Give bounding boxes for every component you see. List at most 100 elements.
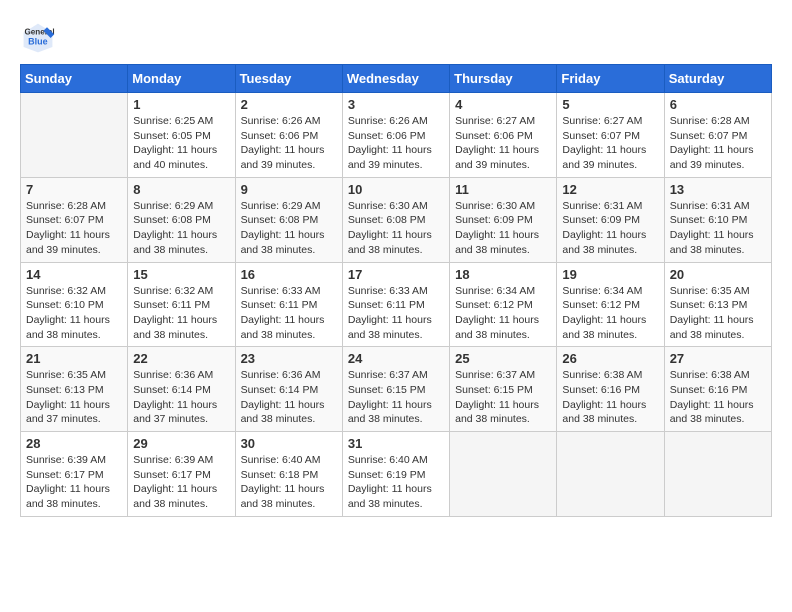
day-number: 13: [670, 182, 766, 197]
daylight: Daylight: 11 hours and 38 minutes.: [133, 313, 229, 342]
weekday-header-sunday: Sunday: [21, 65, 128, 93]
day-info: Sunrise: 6:33 AMSunset: 6:11 PMDaylight:…: [348, 284, 444, 343]
day-number: 25: [455, 351, 551, 366]
sunset: Sunset: 6:08 PM: [133, 213, 229, 228]
calendar-week-4: 21Sunrise: 6:35 AMSunset: 6:13 PMDayligh…: [21, 347, 772, 432]
sunset: Sunset: 6:18 PM: [241, 468, 337, 483]
sunrise: Sunrise: 6:39 AM: [133, 453, 229, 468]
sunset: Sunset: 6:13 PM: [670, 298, 766, 313]
daylight: Daylight: 11 hours and 38 minutes.: [241, 398, 337, 427]
sunrise: Sunrise: 6:30 AM: [455, 199, 551, 214]
sunset: Sunset: 6:08 PM: [348, 213, 444, 228]
sunrise: Sunrise: 6:30 AM: [348, 199, 444, 214]
sunset: Sunset: 6:07 PM: [26, 213, 122, 228]
day-info: Sunrise: 6:37 AMSunset: 6:15 PMDaylight:…: [455, 368, 551, 427]
sunrise: Sunrise: 6:28 AM: [670, 114, 766, 129]
weekday-header-wednesday: Wednesday: [342, 65, 449, 93]
calendar-cell: 2Sunrise: 6:26 AMSunset: 6:06 PMDaylight…: [235, 93, 342, 178]
calendar-cell: 9Sunrise: 6:29 AMSunset: 6:08 PMDaylight…: [235, 177, 342, 262]
calendar-cell: 25 Sunrise: 6:37 AMSunset: 6:15 PMDayligh…: [450, 347, 557, 432]
day-number: 23: [241, 351, 337, 366]
calendar-cell: 1 Sunrise: 6:25 AMSunset: 6:05 PMDaylight…: [128, 93, 235, 178]
sunset: Sunset: 6:12 PM: [562, 298, 658, 313]
daylight: Daylight: 11 hours and 38 minutes.: [133, 482, 229, 511]
calendar-cell: [557, 432, 664, 517]
calendar-cell: [664, 432, 771, 517]
sunrise: Sunrise: 6:27 AM: [455, 114, 551, 129]
sunrise: Sunrise: 6:36 AM: [133, 368, 229, 383]
sunset: Sunset: 6:06 PM: [348, 129, 444, 144]
sunset: Sunset: 6:15 PM: [455, 383, 551, 398]
daylight: Daylight: 11 hours and 38 minutes.: [348, 398, 444, 427]
daylight: Daylight: 11 hours and 38 minutes.: [670, 313, 766, 342]
sunrise: Sunrise: 6:36 AM: [241, 368, 337, 383]
calendar-cell: 16Sunrise: 6:33 AMSunset: 6:11 PMDayligh…: [235, 262, 342, 347]
day-info: Sunrise: 6:33 AMSunset: 6:11 PMDaylight:…: [241, 284, 337, 343]
day-info: Sunrise: 6:36 AMSunset: 6:14 PMDaylight:…: [241, 368, 337, 427]
sunset: Sunset: 6:16 PM: [562, 383, 658, 398]
calendar-cell: 7Sunrise: 6:28 AMSunset: 6:07 PMDaylight…: [21, 177, 128, 262]
sunrise: Sunrise: 6:25 AM: [133, 114, 229, 129]
daylight: Daylight: 11 hours and 38 minutes.: [455, 313, 551, 342]
calendar-week-5: 28Sunrise: 6:39 AMSunset: 6:17 PMDayligh…: [21, 432, 772, 517]
day-number: 27: [670, 351, 766, 366]
day-info: Sunrise: 6:28 AMSunset: 6:07 PMDaylight:…: [26, 199, 122, 258]
calendar-cell: [450, 432, 557, 517]
sunrise: Sunrise: 6:33 AM: [241, 284, 337, 299]
day-number: 10: [348, 182, 444, 197]
sunrise: Sunrise: 6:27 AM: [562, 114, 658, 129]
sunset: Sunset: 6:11 PM: [241, 298, 337, 313]
daylight: Daylight: 11 hours and 38 minutes.: [348, 482, 444, 511]
day-number: 20: [670, 267, 766, 282]
sunset: Sunset: 6:06 PM: [241, 129, 337, 144]
calendar-cell: 23 Sunrise: 6:36 AMSunset: 6:14 PMDayligh…: [235, 347, 342, 432]
calendar-cell: 12Sunrise: 6:31 AMSunset: 6:09 PMDayligh…: [557, 177, 664, 262]
day-info: Sunrise: 6:32 AMSunset: 6:11 PMDaylight:…: [133, 284, 229, 343]
day-number: 28: [26, 436, 122, 451]
day-number: 8: [133, 182, 229, 197]
sunset: Sunset: 6:12 PM: [455, 298, 551, 313]
day-number: 11: [455, 182, 551, 197]
day-info: Sunrise: 6:39 AMSunset: 6:17 PMDaylight:…: [133, 453, 229, 512]
sunrise: Sunrise: 6:31 AM: [670, 199, 766, 214]
day-number: 1: [133, 97, 229, 112]
daylight: Daylight: 11 hours and 38 minutes.: [455, 228, 551, 257]
sunset: Sunset: 6:10 PM: [26, 298, 122, 313]
sunrise: Sunrise: 6:40 AM: [241, 453, 337, 468]
daylight: Daylight: 11 hours and 37 minutes.: [26, 398, 122, 427]
day-info: Sunrise: 6:25 AMSunset: 6:05 PMDaylight:…: [133, 114, 229, 173]
calendar-cell: 21Sunrise: 6:35 AMSunset: 6:13 PMDayligh…: [21, 347, 128, 432]
sunset: Sunset: 6:19 PM: [348, 468, 444, 483]
day-info: Sunrise: 6:26 AMSunset: 6:06 PMDaylight:…: [348, 114, 444, 173]
day-number: 2: [241, 97, 337, 112]
daylight: Daylight: 11 hours and 38 minutes.: [241, 313, 337, 342]
calendar-cell: 22Sunrise: 6:36 AMSunset: 6:14 PMDayligh…: [128, 347, 235, 432]
daylight: Daylight: 11 hours and 39 minutes.: [26, 228, 122, 257]
header-row: SundayMondayTuesdayWednesdayThursdayFrid…: [21, 65, 772, 93]
sunrise: Sunrise: 6:37 AM: [455, 368, 551, 383]
sunset: Sunset: 6:17 PM: [26, 468, 122, 483]
daylight: Daylight: 11 hours and 38 minutes.: [26, 482, 122, 511]
day-number: 18: [455, 267, 551, 282]
calendar-cell: [21, 93, 128, 178]
sunrise: Sunrise: 6:37 AM: [348, 368, 444, 383]
sunrise: Sunrise: 6:34 AM: [562, 284, 658, 299]
day-number: 30: [241, 436, 337, 451]
sunset: Sunset: 6:05 PM: [133, 129, 229, 144]
sunrise: Sunrise: 6:35 AM: [26, 368, 122, 383]
day-info: Sunrise: 6:36 AMSunset: 6:14 PMDaylight:…: [133, 368, 229, 427]
calendar-cell: 26Sunrise: 6:38 AMSunset: 6:16 PMDayligh…: [557, 347, 664, 432]
day-number: 26: [562, 351, 658, 366]
daylight: Daylight: 11 hours and 39 minutes.: [670, 143, 766, 172]
weekday-header-thursday: Thursday: [450, 65, 557, 93]
daylight: Daylight: 11 hours and 37 minutes.: [133, 398, 229, 427]
day-info: Sunrise: 6:40 AMSunset: 6:18 PMDaylight:…: [241, 453, 337, 512]
daylight: Daylight: 11 hours and 38 minutes.: [241, 482, 337, 511]
sunrise: Sunrise: 6:34 AM: [455, 284, 551, 299]
day-number: 29: [133, 436, 229, 451]
sunrise: Sunrise: 6:38 AM: [670, 368, 766, 383]
logo-icon: General Blue: [20, 20, 56, 56]
calendar-cell: 17Sunrise: 6:33 AMSunset: 6:11 PMDayligh…: [342, 262, 449, 347]
calendar-week-2: 7Sunrise: 6:28 AMSunset: 6:07 PMDaylight…: [21, 177, 772, 262]
weekday-header-tuesday: Tuesday: [235, 65, 342, 93]
